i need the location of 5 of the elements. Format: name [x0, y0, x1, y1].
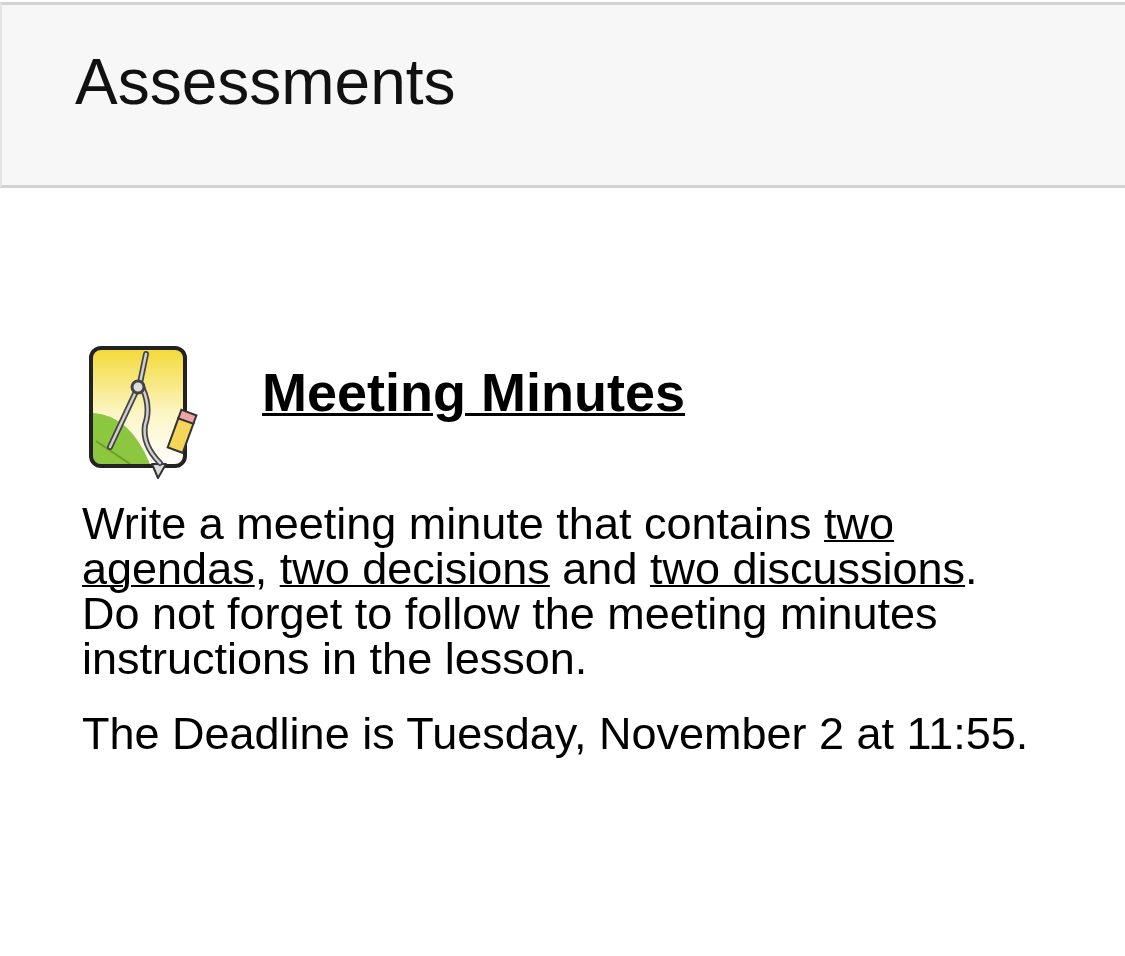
deadline-text: The Deadline is Tuesday, November 2 at 11:55.	[82, 711, 1030, 756]
compass-icon	[88, 345, 200, 480]
assessment-title-link[interactable]: Meeting Minutes	[262, 362, 685, 422]
page-title: Assessments	[75, 45, 456, 120]
assessment-description: Write a meeting minute that contains two agendas, two decisions and two discussions. Do not forget to follow the meeting minutes instructions in the lesson.	[82, 501, 979, 681]
